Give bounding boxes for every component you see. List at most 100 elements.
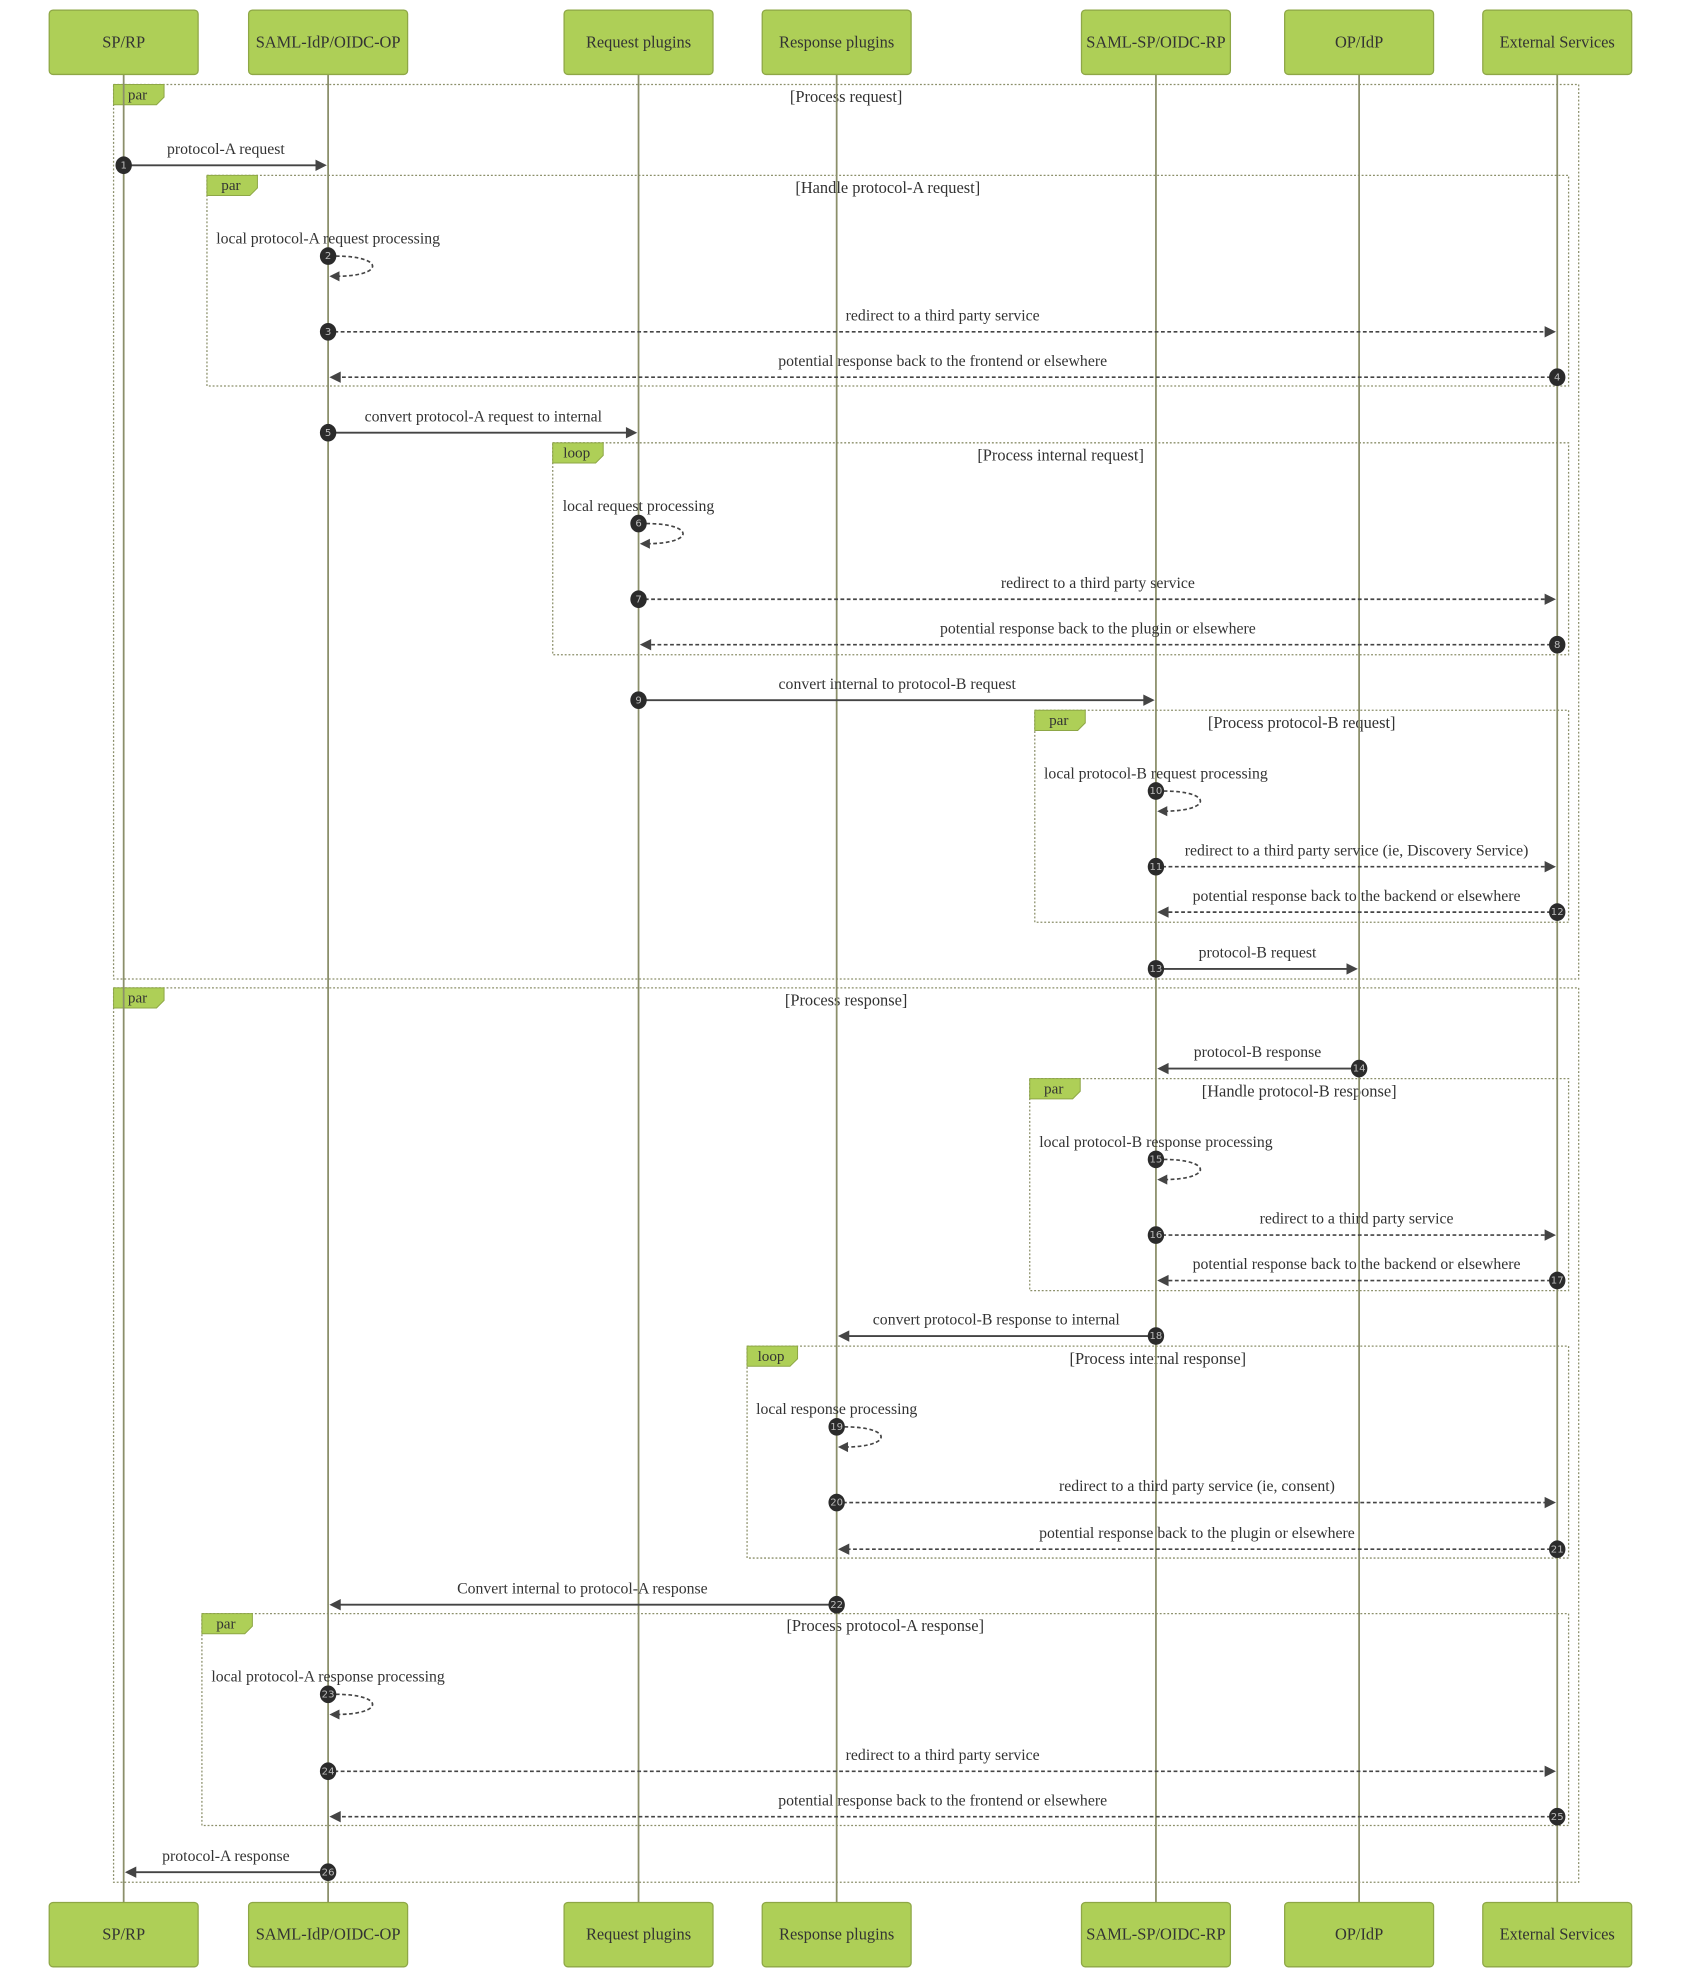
message-18: convert protocol-B response to internal 1…	[837, 1312, 1165, 1345]
participant-idp-bottom[interactable]: SAML-IdP/OIDC-OP	[247, 1901, 409, 1968]
message-1: protocol-A request 1	[115, 141, 327, 175]
participant-label: SAML-SP/OIDC-RP	[1086, 32, 1225, 51]
frame-kind-label: loop	[758, 1349, 785, 1365]
participant-op-bottom[interactable]: OP/IdP	[1284, 1901, 1435, 1968]
message-label: potential response back to the backend o…	[1193, 888, 1521, 905]
message-22: Convert internal to protocol-A response 2…	[329, 1580, 845, 1614]
arrow-head	[1544, 593, 1556, 605]
sequence-number: 2	[325, 251, 331, 262]
sequence-number: 6	[635, 519, 641, 530]
arrow-head	[1157, 1062, 1169, 1075]
arrow-head	[329, 1599, 341, 1611]
message-label: redirect to a third party service (ie, D…	[1185, 842, 1529, 859]
participant-spb-bottom[interactable]: SAML-SP/OIDC-RP	[1080, 1901, 1232, 1968]
participant-label: SP/RP	[102, 32, 145, 51]
arrow-head	[639, 638, 652, 651]
message-label: protocol-B response	[1194, 1044, 1321, 1061]
participant-idp-top[interactable]: SAML-IdP/OIDC-OP	[247, 9, 409, 76]
sequence-number: 14	[1353, 1064, 1366, 1075]
participant-spb-top[interactable]: SAML-SP/OIDC-RP	[1080, 9, 1232, 76]
message-20: redirect to a third party service (ie, c…	[828, 1478, 1556, 1512]
message-11: redirect to a third party service (ie, D…	[1147, 842, 1556, 876]
message-label: redirect to a third party service (ie, c…	[1059, 1478, 1335, 1495]
sequence-number: 12	[1551, 907, 1564, 918]
sequence-number: 3	[325, 327, 331, 338]
sequence-number: 23	[322, 1689, 335, 1700]
participant-label: Request plugins	[586, 1925, 691, 1944]
participant-sp-top[interactable]: SP/RP	[48, 9, 199, 76]
message-label: potential response back to the plugin or…	[940, 620, 1256, 637]
frame-title: [Handle protocol-A request]	[795, 178, 980, 197]
arrow-head	[329, 271, 340, 282]
participant-label: SAML-IdP/OIDC-OP	[256, 1925, 401, 1944]
frame-title: [Handle protocol-B response]	[1202, 1081, 1397, 1100]
arrow-head	[1157, 806, 1168, 817]
message-3: redirect to a third party service 3	[319, 307, 1556, 341]
message-label: convert protocol-B response to internal	[873, 1312, 1121, 1329]
sequence-number: 25	[1551, 1812, 1564, 1823]
message-label: redirect to a third party service	[846, 307, 1040, 324]
frame-title: [Process internal response]	[1070, 1349, 1247, 1368]
self-message-arrow	[844, 1426, 882, 1448]
sequence-number: 20	[830, 1498, 843, 1509]
message-24: redirect to a third party service 24	[319, 1747, 1556, 1781]
sequence-number: 4	[1554, 372, 1560, 383]
sequence-number: 1	[120, 160, 126, 171]
sequence-number: 21	[1551, 1544, 1564, 1555]
participant-resp-bottom[interactable]: Response plugins	[761, 1901, 912, 1968]
sequence-number: 22	[830, 1600, 843, 1611]
participant-reqp-top[interactable]: Request plugins	[563, 9, 714, 76]
arrow-head	[124, 1866, 137, 1878]
arrow-head	[837, 1330, 850, 1342]
sequence-number: 18	[1150, 1331, 1163, 1342]
arrow-head	[837, 1441, 849, 1453]
participant-label: External Services	[1500, 1925, 1615, 1944]
frame-kind-label: par	[221, 178, 240, 194]
sequence-number: 26	[322, 1867, 335, 1878]
participant-label: OP/IdP	[1335, 32, 1383, 51]
self-message-arrow	[1163, 790, 1201, 813]
message-label: protocol-B request	[1199, 945, 1317, 962]
frame-title: [Process response]	[785, 990, 907, 1009]
sequence-number: 10	[1150, 786, 1163, 797]
arrow-head	[639, 538, 650, 549]
arrow-head	[315, 159, 327, 171]
frame-title: [Process protocol-B request]	[1208, 713, 1396, 732]
message-label: potential response back to the plugin or…	[1039, 1525, 1355, 1542]
frame-title: [Process request]	[790, 87, 902, 106]
arrow-head	[625, 427, 638, 439]
message-label: local response processing	[756, 1401, 917, 1418]
frame-title: [Process protocol-A response]	[786, 1616, 984, 1635]
sequence-number: 19	[830, 1422, 843, 1433]
sequence-number: 9	[635, 695, 641, 706]
participant-op-top[interactable]: OP/IdP	[1284, 9, 1435, 76]
sequence-number: 15	[1150, 1155, 1163, 1166]
message-21: potential response back to the plugin or…	[837, 1525, 1566, 1559]
frame-kind-label: par	[128, 991, 147, 1007]
arrow-head	[1544, 1496, 1556, 1509]
message-label: local protocol-B request processing	[1044, 765, 1268, 782]
message-label: redirect to a third party service	[1001, 575, 1195, 592]
participant-label: OP/IdP	[1335, 1925, 1383, 1944]
message-12: potential response back to the backend o…	[1157, 888, 1566, 921]
message-17: potential response back to the backend o…	[1157, 1256, 1566, 1290]
arrow-head	[1157, 906, 1169, 918]
participant-reqp-bottom[interactable]: Request plugins	[563, 1901, 714, 1968]
frame-kind-label: loop	[563, 446, 590, 462]
sequence-number: 16	[1150, 1230, 1163, 1241]
participant-label: SAML-IdP/OIDC-OP	[256, 32, 401, 51]
participant-resp-top[interactable]: Response plugins	[761, 9, 912, 76]
message-label: convert protocol-A request to internal	[365, 408, 603, 425]
participant-ext-top[interactable]: External Services	[1482, 9, 1633, 76]
sequence-number: 8	[1554, 640, 1560, 651]
sequence-number: 11	[1150, 862, 1163, 873]
message-label: local protocol-A response processing	[211, 1669, 445, 1686]
participant-ext-bottom[interactable]: External Services	[1482, 1901, 1633, 1968]
arrow-head	[329, 1709, 340, 1720]
participant-sp-bottom[interactable]: SP/RP	[48, 1901, 199, 1968]
message-26: protocol-A response 26	[124, 1848, 337, 1882]
sequence-number: 7	[635, 594, 641, 605]
self-message-arrow	[335, 255, 374, 278]
participant-label: SP/RP	[102, 1925, 145, 1944]
participant-label: Response plugins	[779, 1925, 894, 1944]
